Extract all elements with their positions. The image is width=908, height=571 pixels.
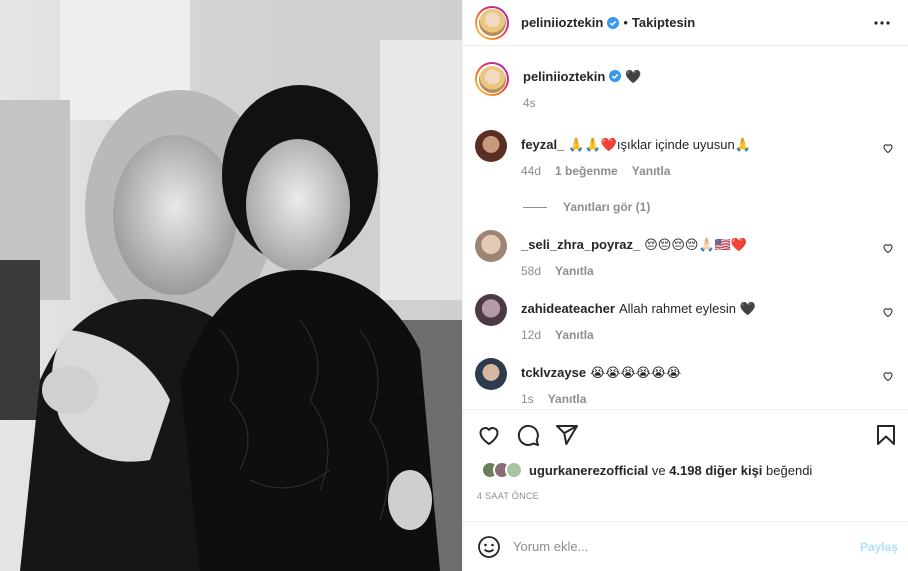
heart-icon[interactable] bbox=[477, 423, 501, 447]
comment-like-heart-icon[interactable] bbox=[882, 370, 894, 382]
author-username[interactable]: peliniioztekin bbox=[521, 15, 603, 30]
comment-likes[interactable]: 1 beğenme bbox=[555, 164, 618, 178]
comment-item: _seli_zhra_poyraz_ 😔😔😔😔🙏🏻🇺🇸❤️ 58d Yanıtla bbox=[475, 230, 894, 278]
comment-text: Allah rahmet eylesin 🖤 bbox=[618, 301, 756, 316]
verified-badge-icon bbox=[607, 16, 620, 29]
separator-dot: • bbox=[623, 15, 628, 30]
reply-button[interactable]: Yanıtla bbox=[632, 164, 671, 178]
share-icon[interactable] bbox=[555, 423, 579, 447]
first-liker-username[interactable]: ugurkanerezofficial bbox=[529, 463, 648, 478]
comment-item: tcklvzayse 😭😭😭😭😭😭 1s Yanıtla bbox=[475, 358, 894, 406]
commenter-avatar[interactable] bbox=[475, 230, 507, 262]
verified-badge-icon bbox=[609, 70, 622, 82]
comment-icon[interactable] bbox=[516, 423, 540, 447]
liker-avatar bbox=[505, 461, 523, 479]
commenter-username[interactable]: tcklvzayse bbox=[521, 365, 586, 380]
comment-like-heart-icon[interactable] bbox=[882, 242, 894, 254]
post-header: peliniioztekin • Takiptesin bbox=[463, 0, 908, 46]
other-likers-link[interactable]: 4.198 diğer kişi bbox=[669, 463, 762, 478]
reply-button[interactable]: Yanıtla bbox=[555, 328, 594, 342]
likes-summary: ugurkanerezofficial ve 4.198 diğer kişi … bbox=[463, 459, 908, 481]
comment-item: feyzal_ 🙏🙏❤️ışıklar içinde uyusun🙏 44d 1 … bbox=[475, 130, 894, 214]
comment-input[interactable] bbox=[513, 539, 860, 554]
post-photo-image bbox=[0, 0, 462, 571]
comment-age[interactable]: 44d bbox=[521, 164, 541, 178]
comment-composer: Paylaş bbox=[463, 521, 908, 571]
emoji-icon[interactable] bbox=[477, 535, 501, 559]
comment-age[interactable]: 12d bbox=[521, 328, 541, 342]
post-photo[interactable] bbox=[0, 0, 462, 571]
more-options-icon[interactable] bbox=[870, 11, 894, 35]
author-avatar-image bbox=[478, 9, 506, 36]
comment-like-heart-icon[interactable] bbox=[882, 306, 894, 318]
reply-button[interactable]: Yanıtla bbox=[548, 392, 587, 406]
caption: peliniioztekin 🖤 4s bbox=[475, 62, 894, 110]
commenter-avatar[interactable] bbox=[475, 358, 507, 390]
reply-button[interactable]: Yanıtla bbox=[555, 264, 594, 278]
commenter-username[interactable]: zahideateacher bbox=[521, 301, 615, 316]
commenter-username[interactable]: feyzal_ bbox=[521, 137, 564, 152]
author-avatar[interactable] bbox=[475, 5, 509, 40]
comments-list: peliniioztekin 🖤 4s feyzal_ 🙏🙏❤️ışıklar iç… bbox=[463, 46, 908, 409]
bookmark-icon[interactable] bbox=[874, 423, 898, 447]
following-button[interactable]: Takiptesin bbox=[632, 15, 695, 30]
comment-item: zahideateacher Allah rahmet eylesin 🖤 12d… bbox=[475, 294, 894, 342]
comment-text: 😔😔😔😔🙏🏻🇺🇸❤️ bbox=[644, 237, 748, 252]
commenter-avatar[interactable] bbox=[475, 294, 507, 326]
caption-username[interactable]: peliniioztekin bbox=[523, 69, 605, 84]
comment-text: 😭😭😭😭😭😭 bbox=[590, 365, 682, 380]
commenter-username[interactable]: _seli_zhra_poyraz_ bbox=[521, 237, 640, 252]
post-side-panel: peliniioztekin • Takiptesin peliniioztek… bbox=[462, 0, 908, 571]
instagram-post: peliniioztekin • Takiptesin peliniioztek… bbox=[0, 0, 908, 571]
view-replies-button[interactable]: Yanıtları gör (1) bbox=[521, 200, 894, 214]
commenter-avatar[interactable] bbox=[475, 130, 507, 162]
caption-text: 🖤 bbox=[625, 69, 642, 84]
caption-avatar[interactable] bbox=[475, 62, 509, 96]
post-comment-button[interactable]: Paylaş bbox=[860, 540, 898, 554]
post-timestamp[interactable]: 4 SAAT ÖNCE bbox=[463, 481, 908, 505]
comment-age[interactable]: 1s bbox=[521, 392, 534, 406]
post-actions-bar bbox=[463, 409, 908, 459]
comment-age[interactable]: 58d bbox=[521, 264, 541, 278]
comment-like-heart-icon[interactable] bbox=[882, 142, 894, 154]
caption-age[interactable]: 4s bbox=[523, 96, 536, 110]
comment-text: 🙏🙏❤️ışıklar içinde uyusun🙏 bbox=[568, 137, 751, 152]
